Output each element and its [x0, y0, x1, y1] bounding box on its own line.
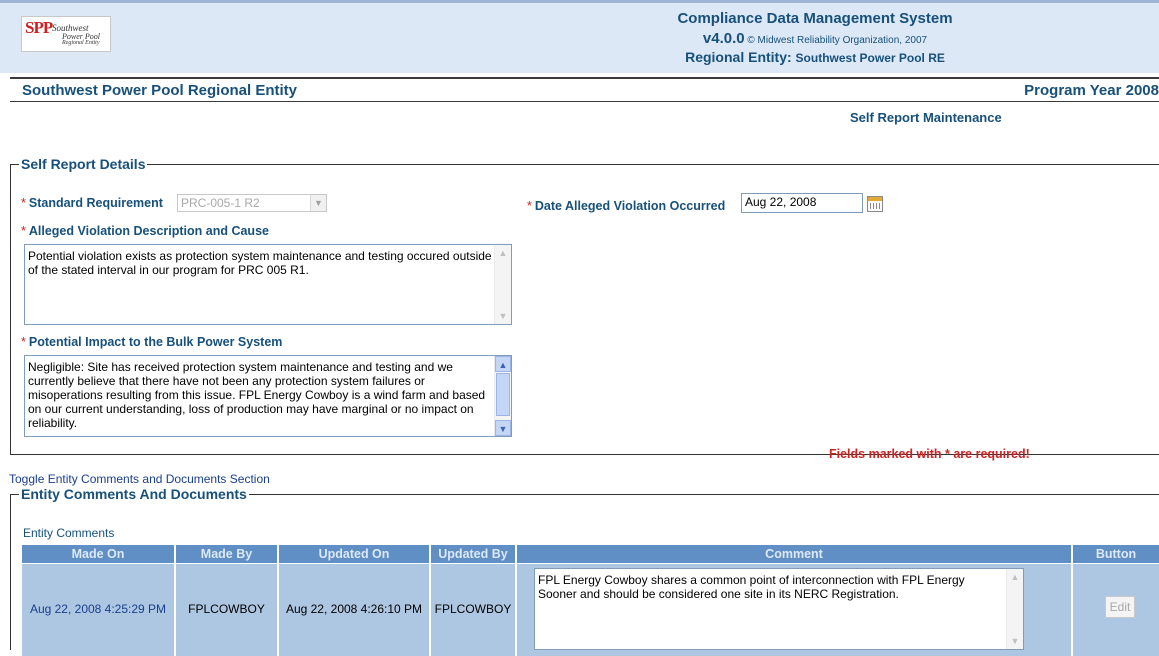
version-number: v4.0.0: [702, 30, 745, 47]
cell-comment: FPL Energy Cowboy shares a common point …: [517, 564, 1071, 656]
description-scrollbar[interactable]: ▲ ▼: [494, 245, 511, 324]
copyright-text: © Midwest Reliability Organization, 2007: [747, 35, 928, 46]
spp-logo: SPP Southwest Power Pool Regional Entity: [21, 16, 111, 52]
column-header-button[interactable]: Button: [1073, 545, 1159, 563]
self-report-details-legend: Self Report Details: [21, 156, 146, 172]
cell-made-on: Aug 22, 2008 4:25:29 PM: [22, 564, 174, 656]
regional-entity-label: Regional Entity:: [685, 49, 792, 65]
column-header-made-by[interactable]: Made By: [176, 545, 277, 563]
scroll-down-icon[interactable]: ▼: [495, 420, 511, 436]
description-field: * Alleged Violation Description and Cause: [21, 224, 269, 238]
cell-updated-by: FPLCOWBOY: [431, 564, 515, 656]
made-on-value[interactable]: Aug 22, 2008 4:25:29 PM: [22, 602, 174, 616]
date-violation-input[interactable]: Aug 22, 2008: [741, 193, 863, 213]
required-marker: *: [21, 224, 26, 238]
page-title: Self Report Maintenance: [850, 110, 1002, 125]
impact-scrollbar[interactable]: ▲ ▼: [494, 356, 511, 436]
org-name: Southwest Power Pool Regional Entity: [22, 82, 298, 99]
impact-field: * Potential Impact to the Bulk Power Syst…: [21, 335, 282, 349]
scroll-thumb[interactable]: [496, 373, 510, 416]
app-header: SPP Southwest Power Pool Regional Entity…: [0, 0, 1159, 73]
description-label: Alleged Violation Description and Cause: [28, 224, 269, 238]
scroll-up-icon[interactable]: ▲: [495, 245, 511, 261]
title-bar: Southwest Power Pool Regional Entity Pro…: [10, 77, 1159, 102]
impact-text: Negligible: Site has received protection…: [28, 360, 486, 430]
date-violation-label: Date Alleged Violation Occurred: [534, 199, 726, 213]
logo-text-line3: Regional Entity: [62, 40, 100, 46]
standard-requirement-value: PRC-005-1 R2: [181, 196, 260, 210]
cell-button: Edit: [1073, 564, 1159, 656]
logo-mark: SPP: [25, 18, 53, 37]
scroll-down-icon[interactable]: ▼: [1007, 633, 1023, 649]
comment-scrollbar[interactable]: ▲ ▼: [1006, 569, 1023, 649]
cell-updated-on: Aug 22, 2008 4:26:10 PM: [279, 564, 429, 656]
toggle-entity-comments-link[interactable]: Toggle Entity Comments and Documents Sec…: [9, 472, 270, 486]
regional-entity: Regional Entity: Southwest Power Pool RE: [600, 49, 1030, 65]
description-textarea[interactable]: Potential violation exists as protection…: [24, 244, 512, 325]
impact-textarea[interactable]: Negligible: Site has received protection…: [24, 355, 512, 437]
column-header-updated-on[interactable]: Updated On: [279, 545, 429, 563]
app-version: v4.0.0 © Midwest Reliability Organizatio…: [600, 30, 1030, 47]
description-text: Potential violation exists as protection…: [28, 249, 492, 277]
entity-comments-section: Entity Comments And Documents Entity Com…: [10, 486, 1159, 656]
column-header-updated-by[interactable]: Updated By: [431, 545, 515, 563]
regional-entity-value: Southwest Power Pool RE: [795, 51, 945, 65]
standard-requirement-select[interactable]: PRC-005-1 R2 ▼: [177, 194, 327, 212]
updated-on-value: Aug 22, 2008 4:26:10 PM: [285, 602, 423, 616]
calendar-icon[interactable]: [867, 196, 883, 212]
required-marker: *: [527, 199, 532, 213]
updated-by-value: FPLCOWBOY: [434, 602, 512, 616]
program-year: Program Year 2008: [1024, 82, 1159, 99]
made-by-value: FPLCOWBOY: [188, 602, 265, 616]
scroll-up-icon[interactable]: ▲: [495, 356, 511, 372]
chevron-down-icon: ▼: [310, 195, 326, 211]
cell-made-by: FPLCOWBOY: [176, 564, 277, 656]
column-header-comment[interactable]: Comment: [517, 545, 1071, 563]
edit-button[interactable]: Edit: [1105, 596, 1135, 618]
standard-requirement-field: * Standard Requirement: [21, 196, 163, 210]
required-marker: *: [21, 196, 26, 210]
scroll-up-icon[interactable]: ▲: [1007, 569, 1023, 585]
entity-comments-legend: Entity Comments And Documents: [21, 486, 247, 502]
comment-text: FPL Energy Cowboy shares a common point …: [538, 573, 965, 601]
self-report-details-section: Self Report Details * Standard Requiremen…: [10, 156, 1159, 461]
impact-label: Potential Impact to the Bulk Power Syste…: [28, 335, 283, 349]
app-title: Compliance Data Management System: [677, 10, 953, 27]
scroll-down-icon[interactable]: ▼: [495, 308, 511, 324]
date-violation-field: * Date Alleged Violation Occurred: [527, 199, 725, 213]
comment-textarea[interactable]: FPL Energy Cowboy shares a common point …: [534, 568, 1024, 650]
required-marker: *: [21, 335, 26, 349]
required-fields-note: Fields marked with * are required!: [829, 447, 1030, 461]
entity-comments-label: Entity Comments: [23, 526, 115, 540]
standard-requirement-label: Standard Requirement: [28, 196, 163, 210]
column-header-made-on[interactable]: Made On: [22, 545, 174, 563]
